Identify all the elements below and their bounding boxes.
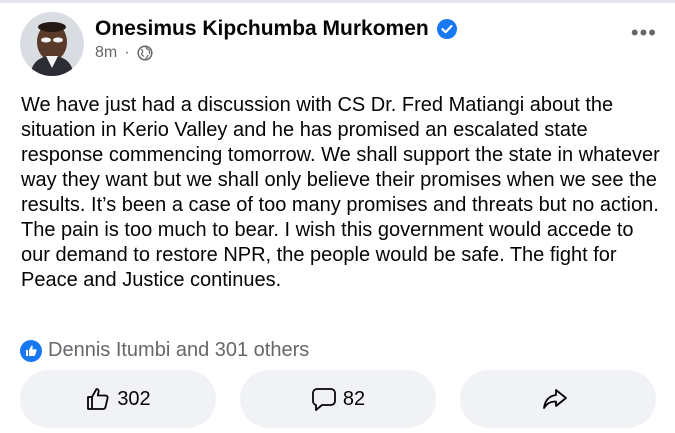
thumbs-up-icon (87, 388, 109, 410)
author-avatar[interactable] (20, 12, 84, 76)
author-name[interactable]: Onesimus Kipchumba Murkomen (95, 17, 457, 41)
post-meta: 8m · (95, 44, 153, 62)
like-count: 302 (117, 387, 151, 410)
facebook-post: Onesimus Kipchumba Murkomen 8m · ••• We … (0, 0, 675, 433)
action-bar: 302 82 (20, 370, 656, 430)
comment-count: 82 (342, 387, 366, 410)
like-reaction-icon (20, 339, 42, 362)
share-arrow-icon (543, 389, 567, 409)
post-body: We have just had a discussion with CS Dr… (21, 94, 660, 291)
comment-button[interactable]: 82 (240, 370, 436, 428)
post-time[interactable]: 8m (95, 44, 117, 62)
divider (0, 0, 675, 3)
meta-separator: · (124, 44, 130, 61)
share-button[interactable] (460, 370, 656, 428)
comment-bubble-icon (311, 388, 336, 411)
more-options-icon[interactable]: ••• (631, 22, 657, 44)
like-button[interactable]: 302 (20, 370, 216, 428)
reactions-summary[interactable]: Dennis Itumbi and 301 others (20, 339, 309, 362)
author-name-text[interactable]: Onesimus Kipchumba Murkomen (95, 17, 429, 41)
globe-icon[interactable] (137, 45, 153, 61)
reactions-summary-text: Dennis Itumbi and 301 others (48, 339, 310, 361)
verified-badge-icon (436, 19, 457, 39)
